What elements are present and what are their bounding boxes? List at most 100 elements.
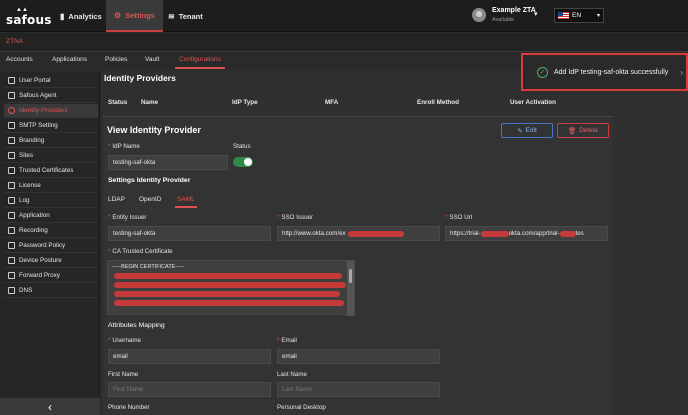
license-icon <box>8 182 15 189</box>
username-label: * Username <box>108 337 141 344</box>
attributes-heading: Attributes Mapping <box>108 322 165 329</box>
sidebar-item-application[interactable]: Application <box>4 209 98 223</box>
sidebar-item-device-posture[interactable]: Device Posture <box>4 254 98 268</box>
certificate-text: -----BEGIN CERTIFICATE----- <box>112 264 185 270</box>
edit-button-label: Edit <box>525 127 537 134</box>
branding-icon <box>8 137 15 144</box>
sidebar-collapse-button[interactable]: ‹ <box>0 398 100 415</box>
first-name-field[interactable]: First Name <box>108 382 271 397</box>
app-root: ▲▲ safous ▮ Analytics ⚙ Settings ≋ Tenan… <box>0 0 688 415</box>
view-idp-panel: View Identity Provider ✎ Edit 🗑 Delete *… <box>103 116 613 415</box>
language-value: EN <box>572 12 582 19</box>
sidebar-item-identity-providers[interactable]: Identity Providers <box>4 104 98 118</box>
sidebar-item-user-portal[interactable]: User Portal <box>4 74 98 88</box>
tab-policies[interactable]: Policies <box>105 56 127 63</box>
panel-title: View Identity Provider <box>107 125 201 135</box>
ca-certificate-textarea[interactable]: -----BEGIN CERTIFICATE----- <box>107 260 355 316</box>
sso-url-field[interactable]: https://trial- okta.com/app/trial- tes <box>445 226 608 241</box>
column-header-idp-type: IdP Type <box>232 99 258 106</box>
bar-chart-icon: ▮ <box>60 11 65 21</box>
entity-issuer-label: * Entity Issuer <box>108 214 147 221</box>
recording-icon <box>8 227 15 234</box>
sidebar-item-sites[interactable]: Sites <box>4 149 98 163</box>
language-select[interactable]: EN ▾ <box>554 8 604 23</box>
sidebar-item-license[interactable]: License <box>4 179 98 193</box>
sidebar-item-smtp-setting[interactable]: SMTP Setting <box>4 119 98 133</box>
us-flag-icon <box>558 12 569 19</box>
redaction-mark <box>114 300 344 306</box>
sidebar-item-label: Log <box>19 197 30 204</box>
user-name: Example ZTA <box>492 7 536 14</box>
user-status: Available <box>492 17 515 23</box>
idp-name-label: * IdP Name <box>108 143 140 150</box>
certificate-icon <box>8 167 15 174</box>
entity-issuer-field[interactable]: testing-saf-okta <box>108 226 271 241</box>
column-header-status: Status <box>108 99 128 106</box>
tab-configurations[interactable]: Configurations <box>175 56 225 69</box>
sidebar-item-recording[interactable]: Recording <box>4 224 98 238</box>
mail-icon <box>8 122 15 129</box>
tab-accounts[interactable]: Accounts <box>6 56 33 63</box>
gear-icon: ⚙ <box>114 10 122 20</box>
sso-issuer-field[interactable]: http://www.okta.com/ex <box>277 226 440 241</box>
sidebar-item-branding[interactable]: Branding <box>4 134 98 148</box>
nav-analytics[interactable]: ▮ Analytics <box>52 0 110 32</box>
redaction-mark <box>480 230 509 237</box>
sidebar-item-label: License <box>19 182 41 189</box>
top-bar: ▲▲ safous ▮ Analytics ⚙ Settings ≋ Tenan… <box>0 0 688 32</box>
nav-settings[interactable]: ⚙ Settings <box>106 0 163 32</box>
nav-analytics-label: Analytics <box>68 11 102 21</box>
redaction-mark <box>559 230 576 237</box>
tab-applications[interactable]: Applications <box>52 56 87 63</box>
personal-desktop-label: Personal Desktop <box>277 404 326 411</box>
sidebar-item-trusted-certificates[interactable]: Trusted Certificates <box>4 164 98 178</box>
edit-button[interactable]: ✎ Edit <box>501 123 553 138</box>
layers-icon: ≋ <box>168 11 175 21</box>
last-name-label: Last Name <box>277 371 307 378</box>
dns-icon <box>8 287 15 294</box>
email-field[interactable]: email <box>277 349 440 364</box>
safous-logo[interactable]: ▲▲ safous <box>6 7 52 27</box>
sidebar-item-label: Identity Providers <box>19 107 68 114</box>
subtab-openid[interactable]: OpenID <box>139 196 161 203</box>
user-menu[interactable]: Example ZTA Available ▾ <box>472 6 552 26</box>
subtab-ldap[interactable]: LDAP <box>108 196 125 203</box>
sso-url-label: * SSO Url <box>445 214 473 221</box>
proxy-icon <box>8 272 15 279</box>
delete-button[interactable]: 🗑 Delete <box>557 123 609 138</box>
toast-message: Add IdP testing-saf-okta successfully <box>554 68 669 76</box>
password-icon <box>8 242 15 249</box>
tab-vault[interactable]: Vault <box>145 56 159 63</box>
idp-name-field[interactable]: testing-saf-okta <box>108 155 228 170</box>
textarea-scrollbar[interactable] <box>347 261 354 316</box>
sso-issuer-label: * SSO Issuer <box>277 214 314 221</box>
log-icon <box>8 197 15 204</box>
avatar <box>472 8 486 22</box>
last-name-field[interactable]: Last Name <box>277 382 440 397</box>
column-header-mfa: MFA <box>325 99 339 106</box>
sidebar-item-label: DNS <box>19 287 33 294</box>
column-header-name: Name <box>141 99 159 106</box>
sidebar-item-label: SMTP Setting <box>19 122 58 129</box>
sidebar-item-label: Branding <box>19 137 45 144</box>
sidebar-item-label: Application <box>19 212 50 219</box>
sidebar-item-label: Trusted Certificates <box>19 167 74 174</box>
chevron-down-icon: ▾ <box>596 13 600 19</box>
sidebar-item-forward-proxy[interactable]: Forward Proxy <box>4 269 98 283</box>
sso-url-end: tes <box>575 230 584 237</box>
sidebar-item-password-policy[interactable]: Password Policy <box>4 239 98 253</box>
phone-number-label: Phone Number <box>108 404 150 411</box>
success-toast: ✓ Add IdP testing-saf-okta successfully … <box>521 53 688 91</box>
logo-text: safous <box>6 13 52 27</box>
device-icon <box>8 257 15 264</box>
nav-tenant[interactable]: ≋ Tenant <box>160 0 211 32</box>
sidebar-item-dns[interactable]: DNS <box>4 284 98 298</box>
subtab-saml[interactable]: SAML <box>175 196 197 208</box>
toast-close-icon[interactable]: › <box>680 68 683 77</box>
sidebar-item-safous-agent[interactable]: Safous Agent <box>4 89 98 103</box>
sidebar-item-log[interactable]: Log <box>4 194 98 208</box>
sidebar-item-label: Device Posture <box>19 257 62 264</box>
status-toggle[interactable] <box>233 157 253 167</box>
chevron-down-icon: ▾ <box>534 11 538 18</box>
username-field[interactable]: email <box>108 349 271 364</box>
